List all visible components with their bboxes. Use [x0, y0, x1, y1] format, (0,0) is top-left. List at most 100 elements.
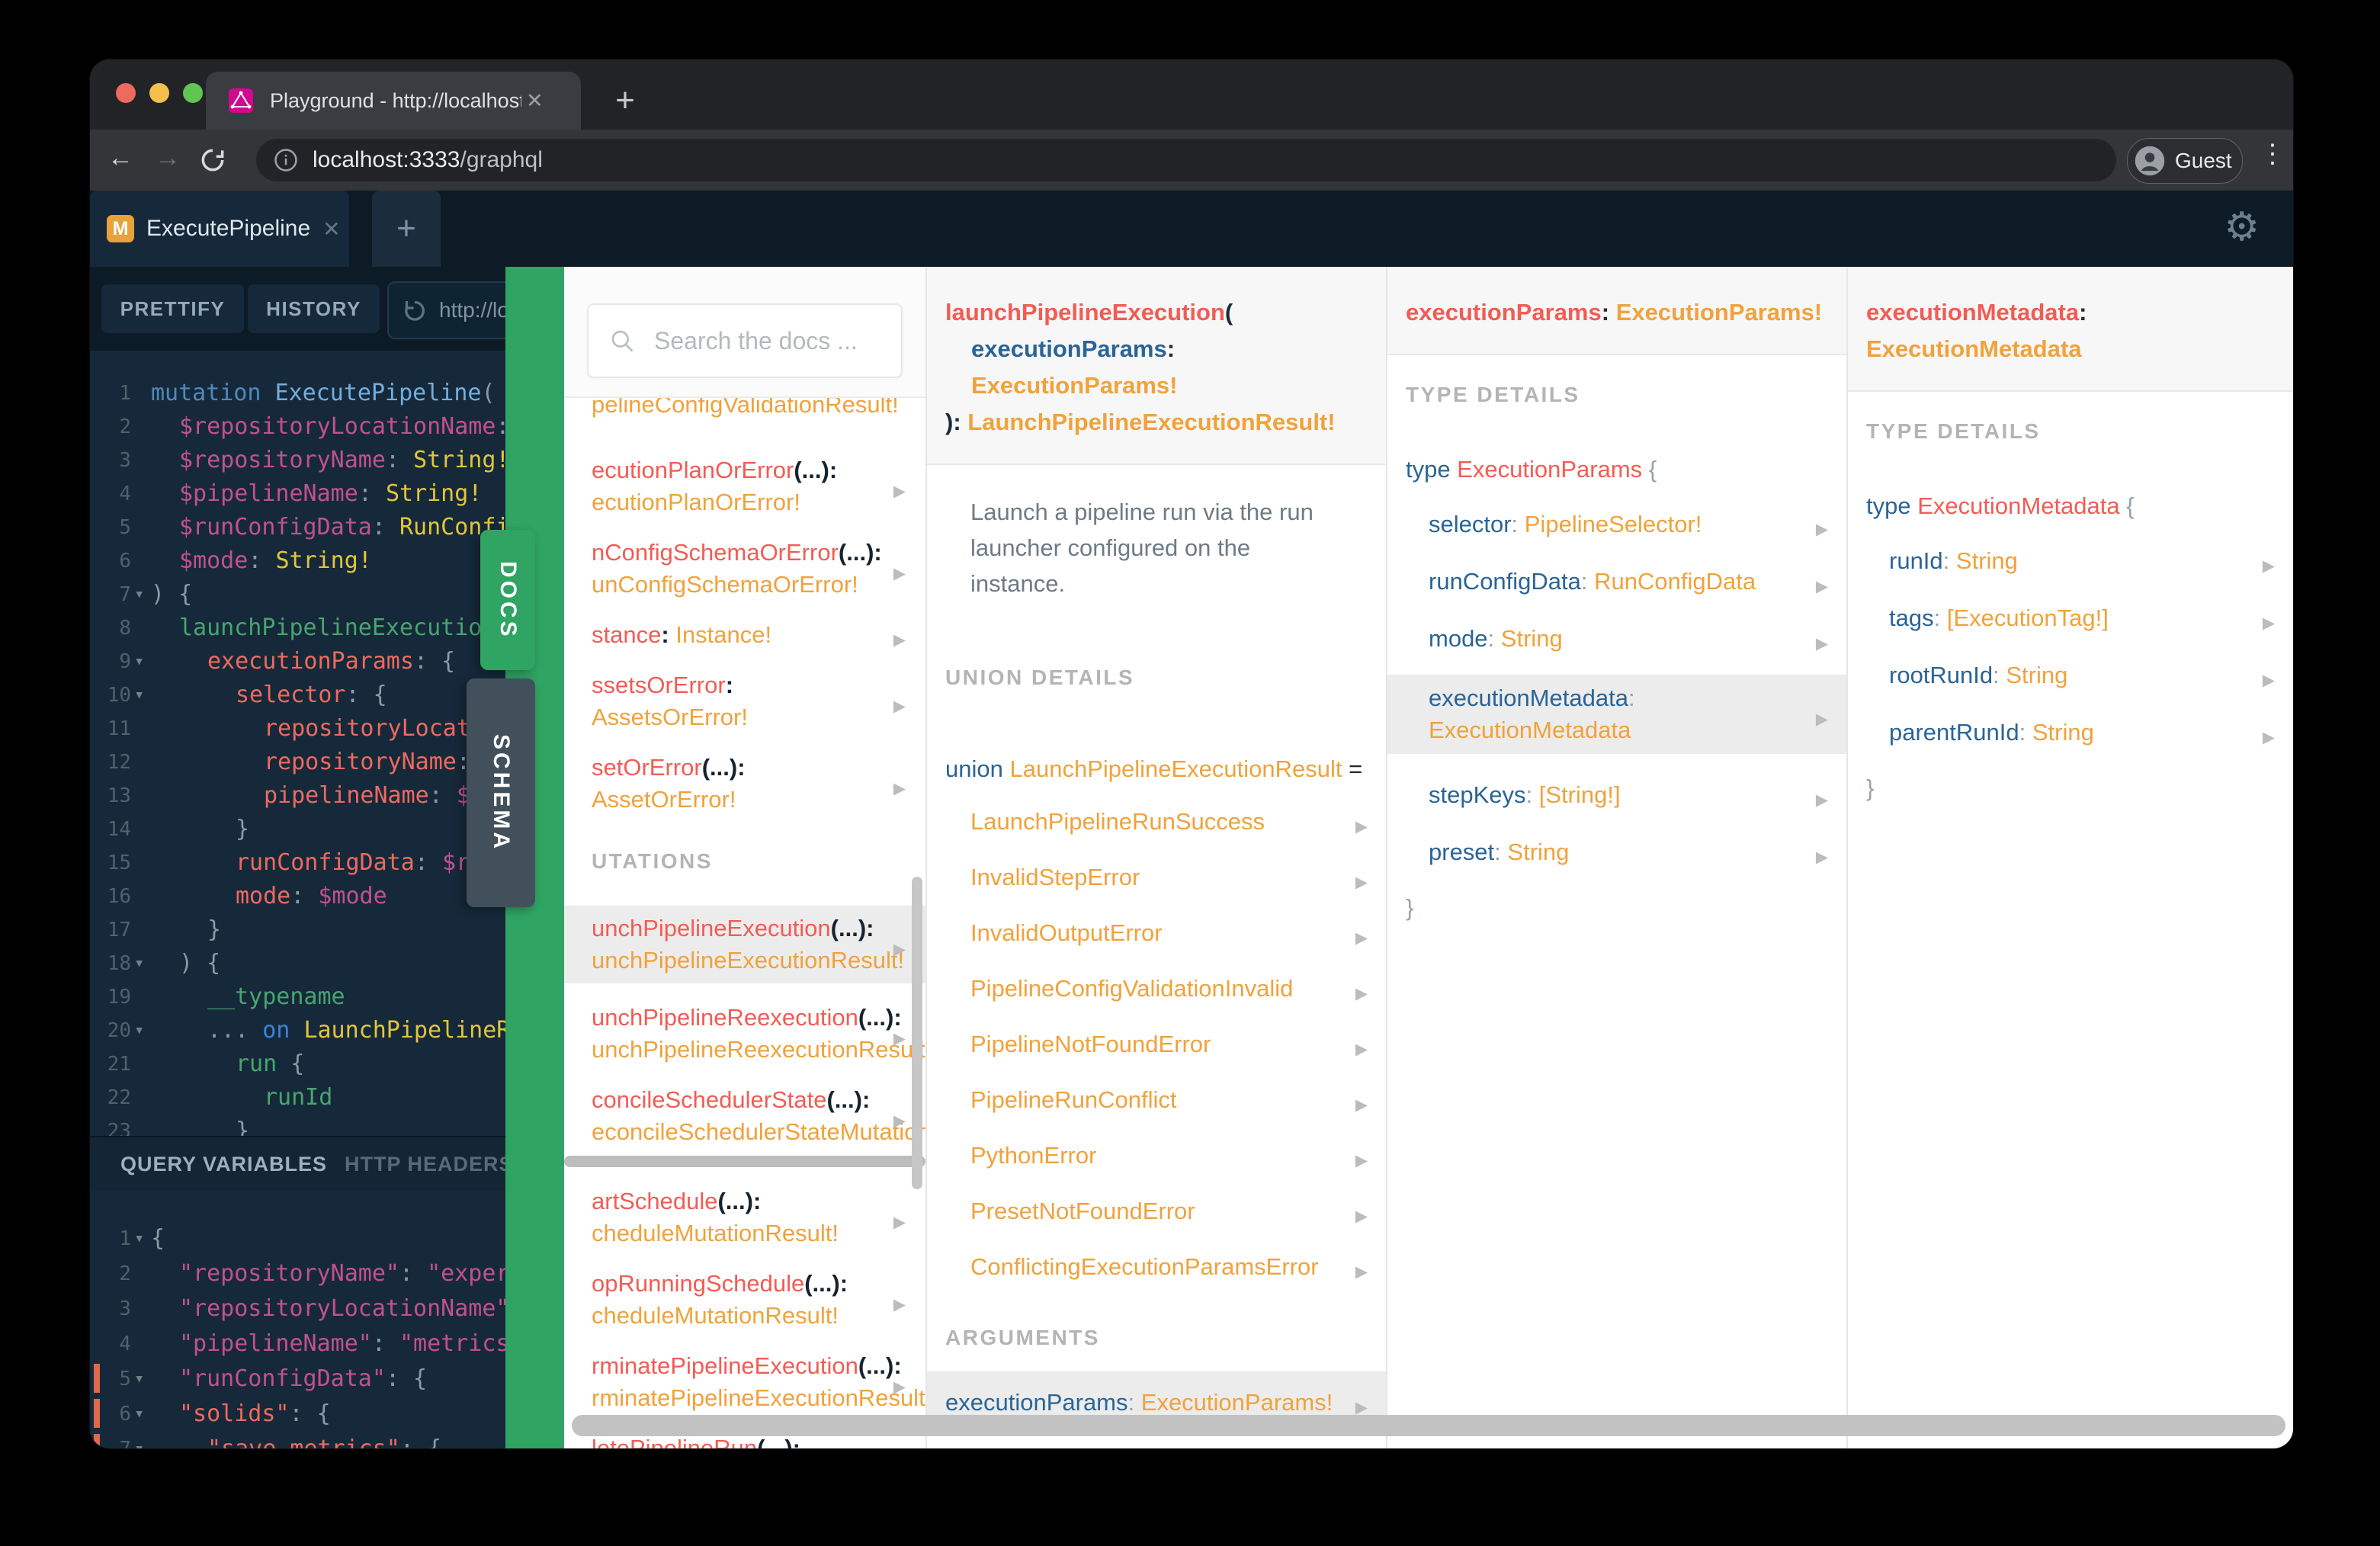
fold-arrow-icon[interactable]: ▾ [134, 1432, 144, 1448]
editor-line-22[interactable]: 22 runId [90, 1081, 505, 1115]
editor-line-15[interactable]: 15 runConfigData: $runConfigData [90, 846, 505, 880]
editor-line-14[interactable]: 14} [90, 813, 505, 846]
variables-line-2[interactable]: 2 "repositoryName": "exper [90, 1256, 505, 1291]
docs-list-item[interactable]: unchPipelineReexecution(...): unchPipelin… [564, 1002, 925, 1066]
docs-field-rootRunId[interactable]: rootRunId: String ▶ [1848, 659, 2293, 691]
union-member-pipelinerunconflict[interactable]: PipelineRunConflict ▶ [927, 1084, 1387, 1116]
editor-line-6[interactable]: 6 $mode: String! [90, 544, 505, 578]
docs-field-selector[interactable]: selector: PipelineSelector! ▶ [1387, 508, 1848, 540]
docs-field-mode[interactable]: mode: String ▶ [1387, 623, 1848, 655]
docs-field-runId[interactable]: runId: String ▶ [1848, 545, 2293, 577]
docs-list-item[interactable]: rminatePipelineExecution(...): rminatePip… [564, 1350, 925, 1414]
docs-field-tags[interactable]: tags: [ExecutionTag!] ▶ [1848, 602, 2293, 634]
tab-http-headers[interactable]: HTTP HEADERS [345, 1153, 505, 1176]
prettify-button[interactable]: PRETTIFY [101, 284, 244, 333]
profile-button[interactable]: Guest [2127, 138, 2243, 184]
editor-line-21[interactable]: 21 run { [90, 1047, 505, 1081]
docs-inner-horizontal-scrollbar[interactable] [564, 1156, 925, 1167]
fold-arrow-icon[interactable]: ▾ [134, 578, 144, 611]
editor-line-18[interactable]: 18 ▾) { [90, 947, 505, 980]
schema-sidebar-tab[interactable]: SCHEMA [467, 678, 535, 907]
address-bar[interactable]: localhost:3333/graphql [256, 139, 2116, 181]
union-member-pipelineconfigvalidationinvalid[interactable]: PipelineConfigValidationInvalid ▶ [927, 973, 1387, 1005]
editor-line-5[interactable]: 5 $runConfigData: RunConfigData [90, 511, 505, 544]
editor-line-8[interactable]: 8 launchPipelineExecution( [90, 611, 505, 645]
editor-line-2[interactable]: 2 $repositoryLocationName: [90, 410, 505, 444]
docs-field-runConfigData[interactable]: runConfigData: RunConfigData ▶ [1387, 566, 1848, 598]
docs-list-item[interactable]: setOrError(...): AssetOrError! ▶ [564, 752, 925, 816]
docs-list-item[interactable]: unchPipelineExecution(...): unchPipelineE… [564, 906, 925, 983]
docs-vertical-scrollbar[interactable] [912, 877, 922, 1189]
endpoint-reload-icon[interactable] [401, 297, 428, 324]
docs-sidebar-tab[interactable]: DOCS [480, 530, 535, 670]
back-icon[interactable]: ← [104, 143, 137, 173]
docs-field-parentRunId[interactable]: parentRunId: String ▶ [1848, 717, 2293, 749]
editor-line-17[interactable]: 17} [90, 913, 505, 947]
variables-line-1[interactable]: 1 ▾ { [90, 1221, 505, 1256]
docs-search-box[interactable] [587, 303, 903, 378]
playground-tab-close-icon[interactable]: ✕ [322, 217, 340, 242]
variables-line-6[interactable]: 6 ▾ "solids": { [90, 1397, 505, 1432]
editor-line-12[interactable]: 12 repositoryName: $repositoryName [90, 746, 505, 779]
tab-query-variables[interactable]: QUERY VARIABLES [120, 1153, 327, 1176]
docs-list-item[interactable]: nConfigSchemaOrError(...): unConfigSchema… [564, 537, 925, 601]
union-member-invalidsteperror[interactable]: InvalidStepError ▶ [927, 861, 1387, 893]
browser-menu-icon[interactable]: ⋮ [2260, 139, 2285, 169]
window-zoom-button[interactable] [183, 83, 203, 103]
fold-arrow-icon[interactable]: ▾ [134, 678, 144, 712]
history-button[interactable]: HISTORY [248, 284, 380, 333]
docs-horizontal-scrollbar[interactable] [572, 1415, 2285, 1436]
docs-list-item[interactable]: ecutionPlanOrError(...): ecutionPlanOrErr… [564, 454, 925, 518]
union-member-invalidoutputerror[interactable]: InvalidOutputError ▶ [927, 917, 1387, 949]
query-variables-pane[interactable]: QUERY VARIABLES HTTP HEADERS 1 ▾{2 "reposi… [90, 1136, 505, 1448]
forward-icon[interactable]: → [151, 143, 184, 173]
editor-line-10[interactable]: 10 ▾ selector: { [90, 678, 505, 712]
docs-field-preset[interactable]: preset: String ▶ [1387, 836, 1848, 868]
union-member-pipelinenotfounderror[interactable]: PipelineNotFoundError ▶ [927, 1028, 1387, 1060]
tab-close-icon[interactable]: ✕ [526, 89, 544, 113]
playground-new-tab-button[interactable]: + [372, 191, 441, 267]
editor-line-7[interactable]: 7 ▾) { [90, 578, 505, 611]
docs-field-stepKeys[interactable]: stepKeys: [String!] ▶ [1387, 779, 1848, 811]
docs-list-item[interactable]: ssetsOrError: AssetsOrError! ▶ [564, 669, 925, 733]
window-close-button[interactable] [116, 83, 136, 103]
editor-line-11[interactable]: 11 repositoryLocationName [90, 712, 505, 746]
reload-icon[interactable] [198, 146, 227, 175]
editor-line-20[interactable]: 20▾ ... on LaunchPipelineRunSuccess [90, 1014, 505, 1047]
fold-arrow-icon[interactable]: ▾ [134, 1362, 144, 1397]
docs-list-item[interactable]: stance: Instance! ▶ [564, 619, 925, 651]
browser-tab[interactable]: Playground - http://localhost:3 ✕ [206, 72, 581, 130]
editor-line-9[interactable]: 9 ▾ executionParams: { [90, 645, 505, 678]
union-member-launchpipelinerunsuccess[interactable]: LaunchPipelineRunSuccess ▶ [927, 806, 1387, 838]
variables-line-7[interactable]: 7▾"save_metrics": { [90, 1432, 505, 1448]
editor-line-16[interactable]: 16 mode: $mode [90, 880, 505, 913]
docs-search-input[interactable] [653, 326, 884, 356]
docs-list-item[interactable]: concileSchedulerState(...): econcileSched… [564, 1084, 925, 1148]
editor-line-3[interactable]: 3 $repositoryName: String! [90, 444, 505, 477]
query-editor[interactable]: 1 mutation ExecutePipeline(2 $repositoryLo… [90, 351, 505, 1136]
fold-arrow-icon[interactable]: ▾ [134, 1221, 144, 1256]
settings-gear-icon[interactable]: ⚙ [2224, 204, 2260, 250]
fold-arrow-icon[interactable]: ▾ [134, 947, 144, 980]
docs-field-executionMetadata[interactable]: executionMetadata: ExecutionMetadata ▶ [1387, 675, 1848, 754]
new-tab-button[interactable]: + [602, 78, 648, 123]
variables-line-3[interactable]: 3 "repositoryLocationName" [90, 1291, 505, 1326]
fold-arrow-icon[interactable]: ▾ [134, 1397, 144, 1432]
editor-line-13[interactable]: 13 pipelineName: $pipelineName [90, 779, 505, 813]
editor-line-19[interactable]: 19 __typename [90, 980, 505, 1014]
variables-line-4[interactable]: 4 "pipelineName": "metrics [90, 1326, 505, 1362]
union-member-conflictingexecutionparamserror[interactable]: ConflictingExecutionParamsError ▶ [927, 1251, 1387, 1283]
docs-list-item[interactable]: artSchedule(...): cheduleMutationResult! ▶ [564, 1185, 925, 1249]
variables-line-5[interactable]: 5 ▾ "runConfigData": { [90, 1362, 505, 1397]
window-minimize-button[interactable] [149, 83, 169, 103]
fold-arrow-icon[interactable]: ▾ [134, 1014, 144, 1047]
editor-line-23[interactable]: 23} [90, 1115, 505, 1136]
editor-line-4[interactable]: 4 $pipelineName: String! [90, 477, 505, 511]
fold-arrow-icon[interactable]: ▾ [134, 645, 144, 678]
playground-tab-executepipeline[interactable]: M ExecutePipeline ✕ [90, 191, 349, 267]
union-member-presetnotfounderror[interactable]: PresetNotFoundError ▶ [927, 1195, 1387, 1227]
docs-list-item[interactable]: opRunningSchedule(...): cheduleMutationRe… [564, 1268, 925, 1332]
union-member-pythonerror[interactable]: PythonError ▶ [927, 1140, 1387, 1172]
editor-line-1[interactable]: 1 mutation ExecutePipeline( [90, 377, 505, 410]
site-info-icon[interactable] [273, 147, 299, 173]
